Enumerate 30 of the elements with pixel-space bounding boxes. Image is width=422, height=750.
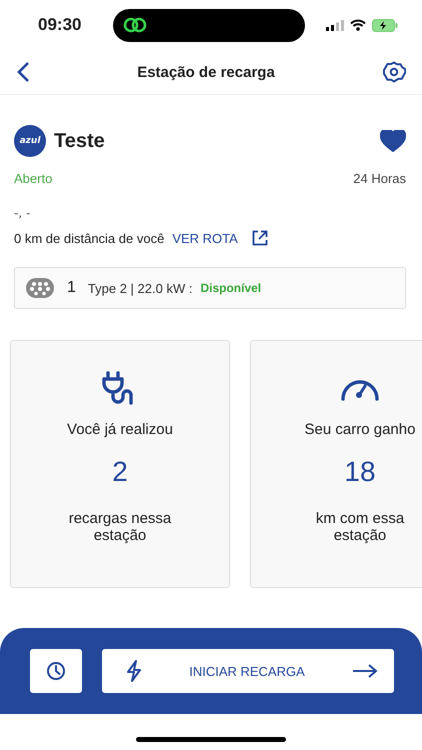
stat-label: Você já realizou xyxy=(67,421,173,438)
stat-caption: recargas nessa estação xyxy=(68,510,172,544)
stat-label: Seu carro ganho xyxy=(304,421,416,438)
station-name: Teste xyxy=(54,130,106,152)
link-icon xyxy=(122,15,147,35)
clock-icon[interactable] xyxy=(46,661,66,681)
connector-type: Type 2 | 22.0 kW : xyxy=(88,280,192,296)
availability-status: Disponível xyxy=(200,281,262,295)
favorite-button[interactable] xyxy=(380,130,406,152)
stat-value: 2 xyxy=(112,456,128,488)
route-link[interactable]: VER ROTA xyxy=(172,230,238,246)
start-charging-button[interactable]: INICIAR RECARGA xyxy=(102,649,394,693)
lightning-icon xyxy=(126,660,142,682)
opening-hours: 24 Horas xyxy=(353,171,406,186)
station-address: -, - xyxy=(14,206,32,220)
arrow-right-icon xyxy=(352,664,378,678)
stat-caption: km com essa estação xyxy=(314,510,406,544)
connector-icon xyxy=(25,277,55,299)
status-time: 09:30 xyxy=(38,15,82,35)
external-link-icon[interactable] xyxy=(252,230,268,246)
battery-icon xyxy=(372,18,398,32)
page-title: Estação de recarga xyxy=(137,64,275,80)
distance-text: 0 km de distância de você xyxy=(14,230,164,246)
open-status: Aberto xyxy=(14,171,52,186)
stat-value: 18 xyxy=(344,456,376,488)
connector-count: 1 xyxy=(67,279,76,297)
station-logo: azul xyxy=(14,125,46,157)
wifi-icon xyxy=(350,19,366,31)
history-button[interactable] xyxy=(30,649,82,693)
signal-icon xyxy=(326,20,344,30)
